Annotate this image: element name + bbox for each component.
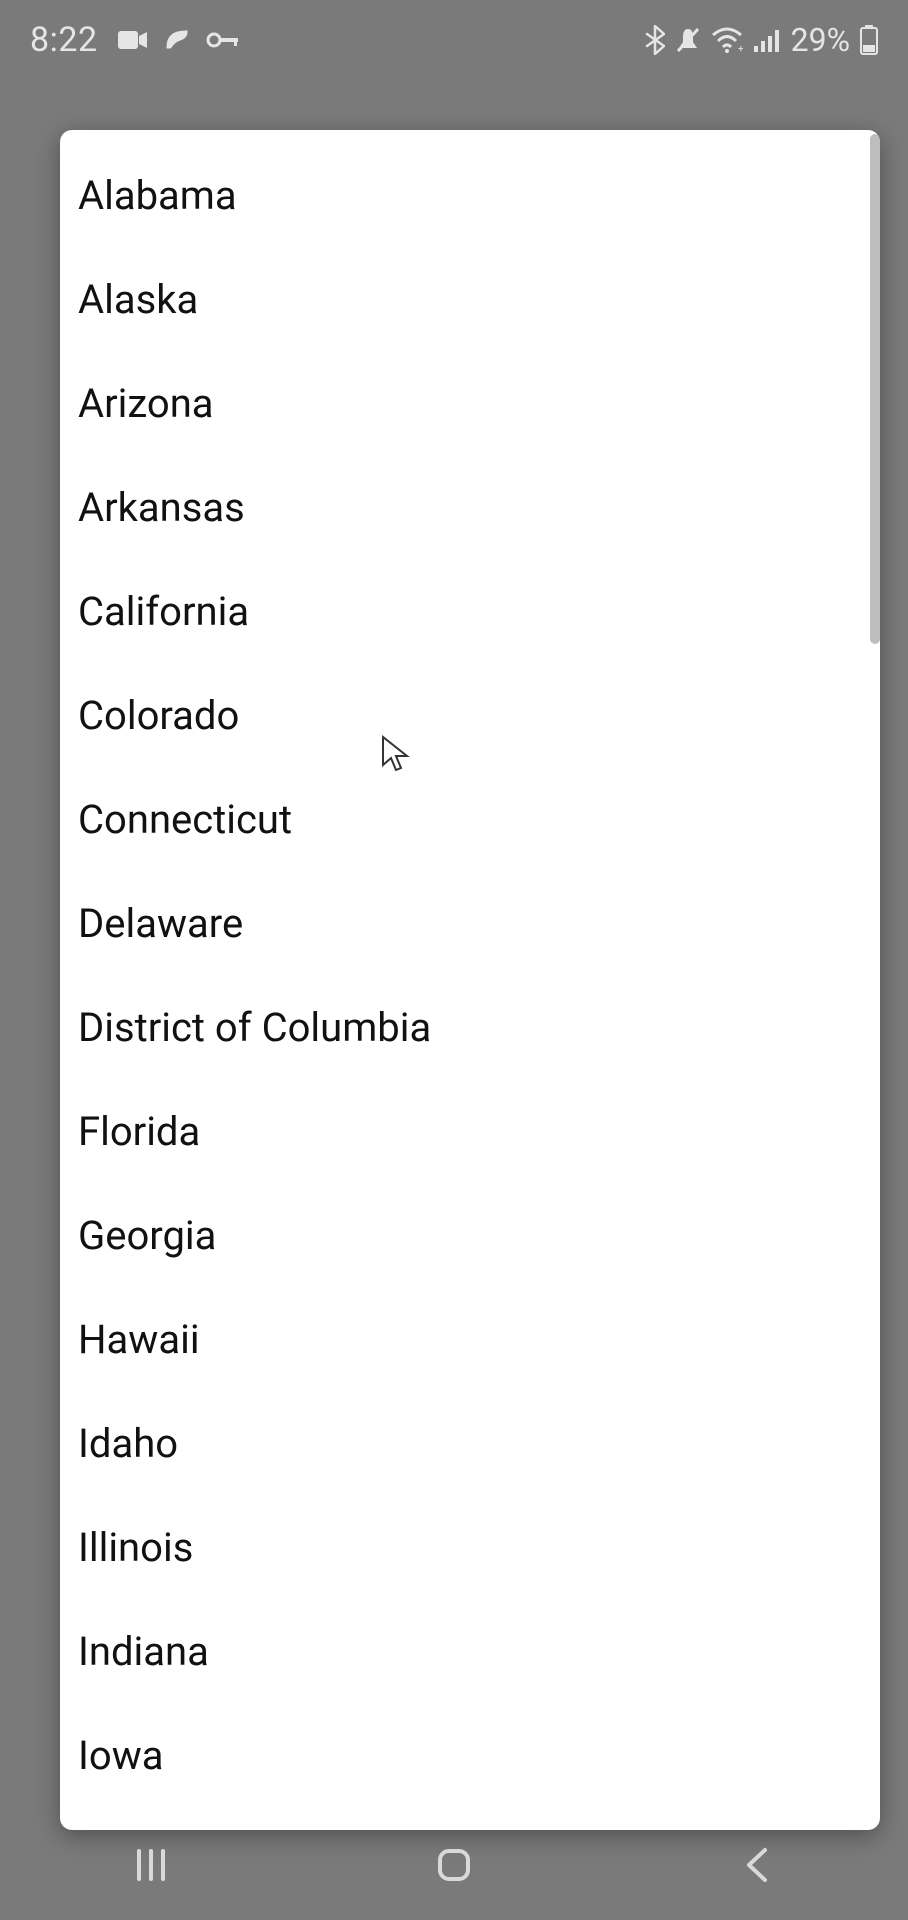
back-button[interactable]	[667, 1846, 847, 1884]
bluetooth-icon	[645, 25, 665, 55]
list-item[interactable]: Arkansas	[60, 456, 880, 560]
list-item[interactable]: Florida	[60, 1080, 880, 1184]
list-item[interactable]: Arizona	[60, 352, 880, 456]
list-item[interactable]: Idaho	[60, 1392, 880, 1496]
state-select-modal: Alabama Alaska Arizona Arkansas Californ…	[60, 130, 880, 1830]
list-item[interactable]: Connecticut	[60, 768, 880, 872]
wifi-icon: +	[711, 27, 743, 53]
key-icon	[206, 31, 240, 49]
svg-text:+: +	[738, 44, 743, 53]
status-bar-left: 8:22	[30, 20, 240, 60]
list-item[interactable]: District of Columbia	[60, 976, 880, 1080]
battery-text: 29%	[791, 21, 850, 59]
status-bar-right: + 29%	[645, 21, 878, 59]
list-item[interactable]: Illinois	[60, 1496, 880, 1600]
signal-icon	[753, 28, 781, 52]
list-item[interactable]: Indiana	[60, 1600, 880, 1704]
list-item[interactable]: California	[60, 560, 880, 664]
system-navbar	[0, 1810, 908, 1920]
video-icon	[118, 29, 148, 51]
list-item[interactable]: Georgia	[60, 1184, 880, 1288]
scrollbar-thumb[interactable]	[870, 134, 880, 644]
list-item[interactable]: Alabama	[60, 144, 880, 248]
list-item[interactable]: Colorado	[60, 664, 880, 768]
list-item[interactable]: Alaska	[60, 248, 880, 352]
status-bar: 8:22 + 29%	[0, 0, 908, 80]
list-item[interactable]: Hawaii	[60, 1288, 880, 1392]
battery-icon	[860, 25, 878, 55]
status-time: 8:22	[30, 20, 98, 60]
list-item[interactable]: Iowa	[60, 1704, 880, 1808]
recents-button[interactable]	[61, 1847, 241, 1883]
cast-icon	[162, 27, 192, 53]
mute-icon	[675, 26, 701, 54]
list-item[interactable]: Delaware	[60, 872, 880, 976]
state-list[interactable]: Alabama Alaska Arizona Arkansas Californ…	[60, 130, 880, 1830]
home-button[interactable]	[364, 1846, 544, 1884]
